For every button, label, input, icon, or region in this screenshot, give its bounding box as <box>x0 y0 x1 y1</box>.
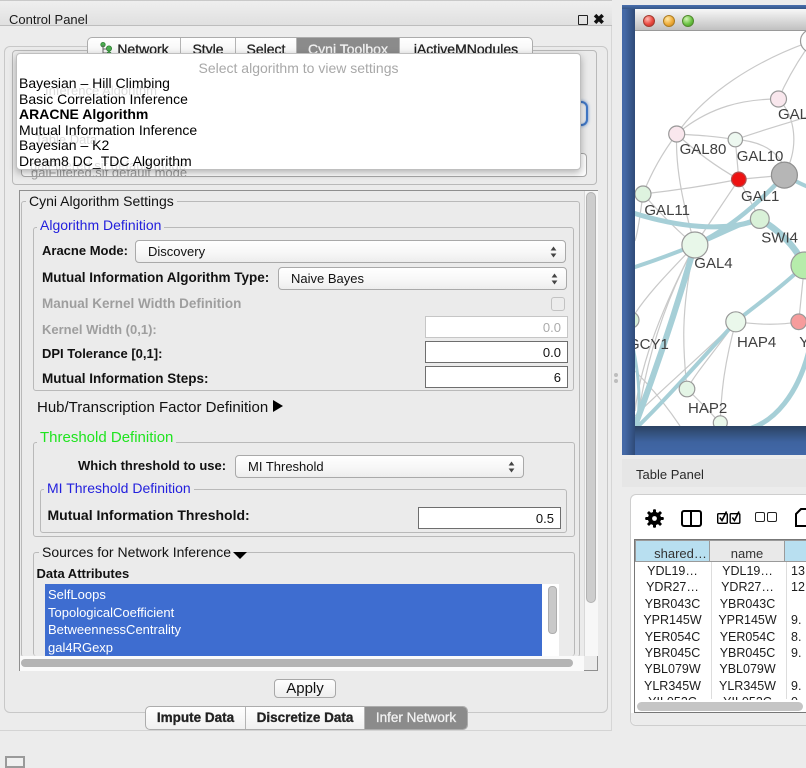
svg-text:HAP4: HAP4 <box>737 334 776 351</box>
svg-text:GAL10: GAL10 <box>737 148 784 165</box>
svg-text:GAL4: GAL4 <box>694 255 732 272</box>
svg-text:GAL2: GAL2 <box>778 106 806 123</box>
svg-text:YJ: YJ <box>799 334 806 351</box>
svg-text:GCY1: GCY1 <box>635 336 669 353</box>
svg-text:GAL1: GAL1 <box>741 188 779 205</box>
svg-text:GAL11: GAL11 <box>644 202 690 219</box>
svg-text:GAL80: GAL80 <box>680 141 727 158</box>
svg-text:HAP2: HAP2 <box>688 400 727 417</box>
svg-text:SWI4: SWI4 <box>761 230 798 247</box>
